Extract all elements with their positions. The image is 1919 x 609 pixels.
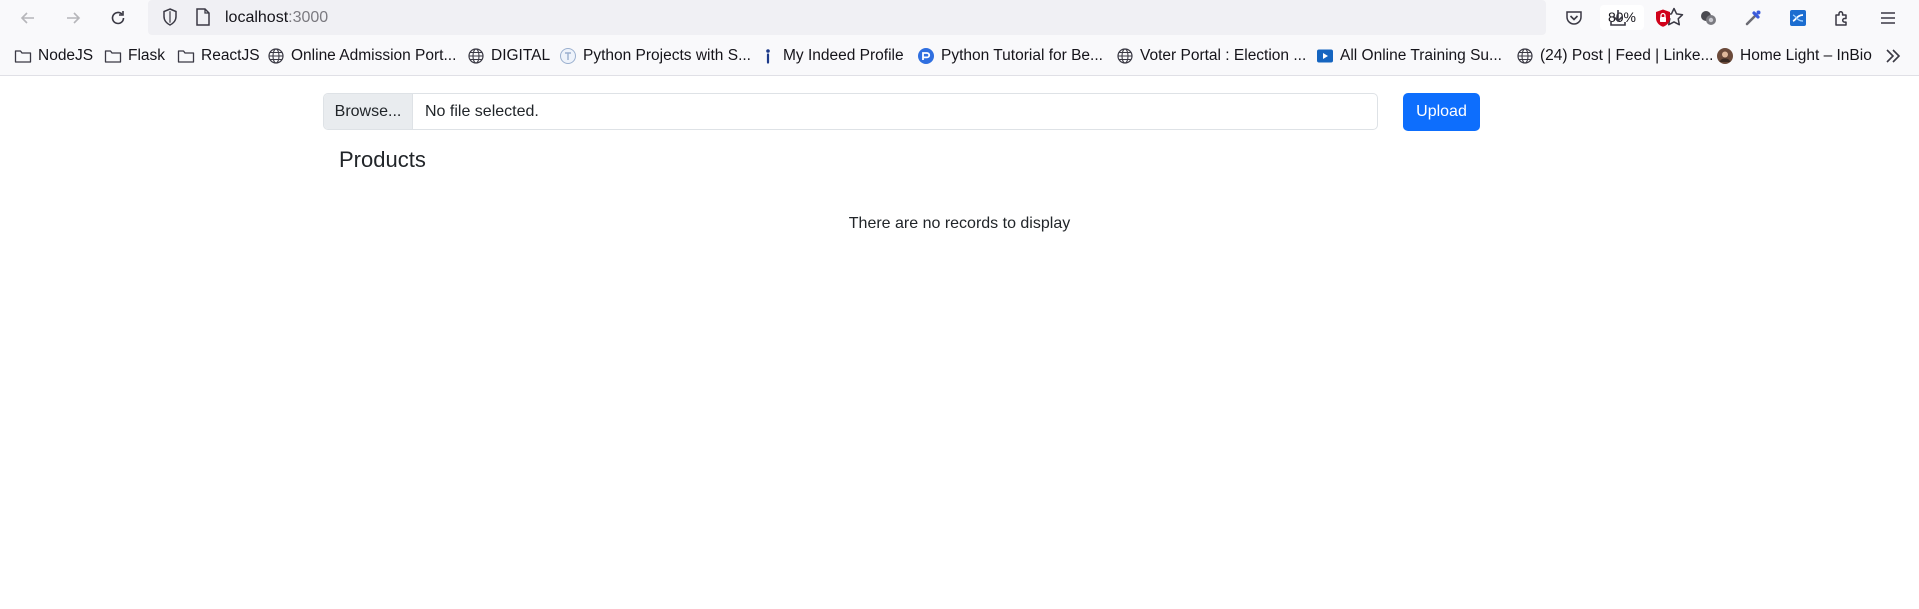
page-info-icon[interactable] — [194, 7, 212, 27]
folder-icon — [104, 49, 122, 63]
reload-button[interactable] — [100, 0, 136, 35]
bookmark-folder-nodejs[interactable]: NodeJS — [14, 35, 93, 76]
bookmark-label: Python Tutorial for Be... — [941, 46, 1103, 64]
bookmark-label: Home Light – InBio — [1740, 46, 1872, 64]
globe-icon — [1117, 47, 1133, 64]
tracking-protection-shield-icon[interactable] — [160, 7, 180, 27]
bookmark-label: NodeJS — [38, 46, 94, 64]
bookmark-folder-reactjs[interactable]: ReactJS — [177, 35, 260, 76]
upload-button[interactable]: Upload — [1403, 93, 1480, 131]
t-circle-icon — [560, 47, 576, 64]
file-status-text: No file selected. — [425, 103, 539, 120]
extension-circles-icon — [1701, 10, 1716, 25]
downloads-button[interactable] — [1600, 0, 1636, 35]
url-text[interactable]: localhost:3000 — [225, 8, 328, 28]
extensions-puzzle-icon — [1835, 10, 1847, 26]
ublock-extension-button[interactable] — [1645, 0, 1681, 35]
bookmark-all-online-training[interactable]: All Online Training Su... — [1316, 35, 1502, 76]
app-menu-button[interactable] — [1870, 0, 1906, 35]
forward-icon — [67, 11, 81, 24]
bookmarks-overflow-chevron-icon[interactable] — [1882, 45, 1904, 67]
screen-capture-icon — [1790, 9, 1806, 26]
browse-button[interactable]: Browse... — [324, 94, 413, 129]
empty-table-message: There are no records to display — [848, 215, 1071, 232]
indeed-icon — [766, 48, 770, 64]
bookmark-label: Flask — [128, 46, 166, 64]
bookmark-label: DIGITAL — [491, 46, 551, 64]
browser-toolbar: localhost:3000 80% — [0, 0, 1919, 35]
bookmark-label: All Online Training Su... — [1340, 46, 1502, 64]
bookmarks-bar: NodeJS Flask ReactJS Online Admission Po… — [0, 35, 1919, 76]
bookmark-label: My Indeed Profile — [783, 46, 904, 64]
extensions-button[interactable] — [1824, 0, 1860, 35]
avatar-icon — [1717, 47, 1733, 64]
dropper-extension-button[interactable] — [1735, 0, 1771, 35]
bookmark-python-tutorial[interactable]: Python Tutorial for Be... — [917, 35, 1103, 76]
bookmark-label: Online Admission Port... — [291, 46, 457, 64]
folder-icon — [177, 49, 195, 63]
pocket-icon — [1566, 10, 1582, 25]
download-icon — [1610, 9, 1626, 26]
extension-circles-button[interactable] — [1690, 0, 1726, 35]
pocket-button[interactable] — [1556, 0, 1592, 35]
url-host: localhost — [225, 9, 289, 26]
bookmark-label: Voter Portal : Election ... — [1140, 46, 1307, 64]
bookmark-voter-portal[interactable]: Voter Portal : Election ... — [1116, 35, 1306, 76]
folder-icon — [14, 49, 32, 63]
bookmark-home-light-inbio[interactable]: Home Light – InBio — [1716, 35, 1872, 76]
bookmark-python-projects[interactable]: Python Projects with S... — [559, 35, 751, 76]
bookmark-label: (24) Post | Feed | Linke... — [1540, 46, 1714, 64]
globe-icon — [1517, 47, 1533, 64]
back-icon — [20, 11, 34, 24]
bookmark-label: Python Projects with S... — [583, 46, 751, 64]
back-button[interactable] — [10, 0, 46, 35]
bookmark-my-indeed-profile[interactable]: My Indeed Profile — [759, 35, 904, 76]
bookmark-digital[interactable]: DIGITAL — [467, 35, 550, 76]
dropper-icon — [1745, 10, 1761, 25]
play-icon — [1317, 49, 1333, 62]
reload-icon — [111, 10, 125, 24]
globe-icon — [268, 47, 284, 64]
bookmark-label: ReactJS — [201, 46, 260, 64]
bookmark-folder-flask[interactable]: Flask — [104, 35, 165, 76]
url-port: :3000 — [288, 9, 329, 26]
file-input[interactable]: Browse... No file selected. — [323, 93, 1378, 130]
menu-icon — [1881, 11, 1895, 24]
url-bar[interactable]: localhost:3000 80% — [148, 0, 1684, 35]
bookmark-online-admission-portal[interactable]: Online Admission Port... — [267, 35, 456, 76]
screen-capture-button[interactable] — [1780, 0, 1816, 35]
ublock-icon — [1656, 9, 1670, 27]
forward-button[interactable] — [55, 0, 91, 35]
globe-icon — [468, 47, 484, 64]
page-title: Products — [339, 147, 426, 172]
bookmark-linkedin-feed[interactable]: (24) Post | Feed | Linke... — [1516, 35, 1713, 76]
python-tutorial-icon — [918, 47, 934, 64]
